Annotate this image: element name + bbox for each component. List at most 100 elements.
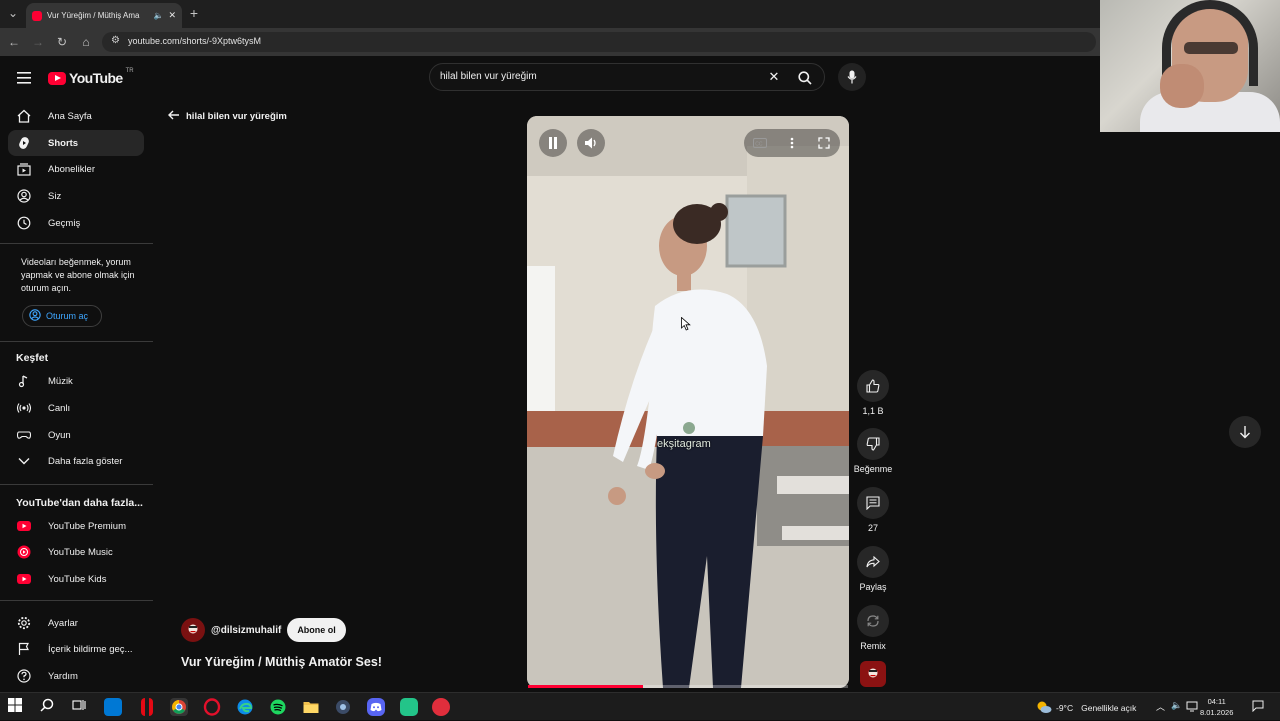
- sidebar-item-help[interactable]: Yardım: [8, 663, 144, 689]
- dislike-action[interactable]: Beğenme: [852, 428, 894, 474]
- search-box[interactable]: hilal bilen vur yüreğim ✕: [429, 63, 825, 91]
- clock-date: 8.01.2026: [1200, 708, 1234, 717]
- share-icon: [857, 546, 889, 578]
- sidebar-item-label: YouTube Kids: [48, 573, 107, 585]
- sidebar-item-youtube-kids[interactable]: YouTube Kids: [8, 566, 144, 592]
- youtube-premium-icon: [16, 518, 32, 534]
- sidebar-item-youtube-music[interactable]: YouTube Music: [8, 539, 144, 565]
- explore-heading: Keşfet: [16, 352, 49, 364]
- back-to-search-link[interactable]: hilal bilen vur yüreğim: [168, 110, 287, 123]
- app-icon[interactable]: [334, 698, 352, 716]
- you-icon: [16, 188, 32, 204]
- subscriptions-icon: [16, 161, 32, 177]
- signin-button[interactable]: Oturum aç: [22, 305, 102, 327]
- remix-action[interactable]: Remix: [852, 605, 894, 651]
- sidebar-item-you[interactable]: Siz: [8, 183, 144, 209]
- tab-list-icon[interactable]: ⌄: [5, 5, 21, 21]
- search-taskbar-icon[interactable]: [40, 698, 58, 716]
- sidebar-item-history[interactable]: Geçmiş: [8, 210, 144, 236]
- settings-icon: [16, 615, 32, 631]
- channel-name[interactable]: @dilsizmuhalif: [211, 625, 281, 636]
- search-icon[interactable]: [796, 69, 814, 87]
- sidebar-item-gaming[interactable]: Oyun: [8, 422, 144, 448]
- sidebar-item-label: Daha fazla göster: [48, 455, 123, 467]
- more-options-icon[interactable]: [784, 136, 800, 150]
- sidebar-item-youtube-premium[interactable]: YouTube Premium: [8, 513, 144, 539]
- sidebar-item-label: YouTube Premium: [48, 520, 126, 532]
- url-field[interactable]: ⚙ youtube.com/shorts/-9Xptw6tysM: [102, 32, 1096, 52]
- spotify-icon[interactable]: [269, 698, 287, 716]
- tray-network-icon[interactable]: [1186, 699, 1198, 717]
- more-from-youtube-heading: YouTube'dan daha fazla...: [16, 497, 143, 509]
- divider: [0, 600, 153, 601]
- channel-avatar[interactable]: [181, 618, 205, 642]
- video-progress-bar[interactable]: [528, 685, 848, 688]
- voice-search-icon[interactable]: [838, 63, 866, 91]
- clock-time: 04:11: [1207, 697, 1226, 706]
- sidebar: Ana Sayfa Shorts Abonelikler Siz Geçmiş …: [0, 100, 153, 692]
- thumbs-up-icon: [857, 370, 889, 402]
- sidebar-item-report-history[interactable]: İçerik bildirme geç...: [8, 636, 144, 662]
- sidebar-show-more[interactable]: Daha fazla göster: [8, 448, 144, 474]
- clear-search-icon[interactable]: ✕: [766, 69, 782, 85]
- task-view-icon[interactable]: [72, 698, 90, 716]
- site-info-icon[interactable]: ⚙: [111, 35, 120, 46]
- app-red-icon[interactable]: [432, 698, 450, 716]
- channel-thumbnail-icon[interactable]: [860, 661, 886, 687]
- sidebar-item-subscriptions[interactable]: Abonelikler: [8, 156, 144, 182]
- pause-button[interactable]: [539, 129, 567, 157]
- netflix-icon[interactable]: [141, 698, 153, 716]
- sidebar-item-label: Oyun: [48, 429, 71, 441]
- video-title[interactable]: Vur Yüreğim / Müthiş Amatör Ses!: [181, 655, 382, 669]
- store-icon[interactable]: [104, 698, 122, 716]
- new-tab-button[interactable]: +: [186, 5, 202, 21]
- reload-icon[interactable]: ↻: [54, 34, 70, 50]
- notification-icon[interactable]: [1252, 699, 1264, 717]
- browser-tab[interactable]: Vur Yüreğim / Müthiş Ama 🔈 ✕: [26, 3, 182, 28]
- browser-tab-bar: ⌄ Vur Yüreğim / Müthiş Ama 🔈 ✕ +: [0, 0, 1100, 28]
- tray-chevron-up-icon[interactable]: ︿: [1156, 700, 1165, 713]
- sidebar-item-label: Müzik: [48, 375, 73, 387]
- thumbs-down-icon: [857, 428, 889, 460]
- forward-arrow-icon[interactable]: →: [30, 34, 46, 50]
- tab-title: Vur Yüreğim / Müthiş Ama: [47, 11, 140, 20]
- youtube-kids-icon: [16, 571, 32, 587]
- windows-start-icon[interactable]: [8, 698, 26, 716]
- subscribe-button[interactable]: Abone ol: [287, 618, 346, 642]
- weather-widget[interactable]: -9°C Genellikle açık: [1036, 700, 1136, 716]
- discord-icon[interactable]: [367, 698, 385, 716]
- tray-volume-icon[interactable]: 🔈: [1171, 700, 1182, 711]
- search-input[interactable]: hilal bilen vur yüreğim: [440, 71, 537, 82]
- captions-icon[interactable]: CC: [752, 136, 768, 150]
- next-video-button[interactable]: [1229, 416, 1261, 448]
- edge-icon[interactable]: [236, 698, 254, 716]
- gaming-icon: [16, 427, 32, 443]
- chrome-icon[interactable]: [170, 698, 188, 716]
- sidebar-item-shorts[interactable]: Shorts: [8, 130, 144, 156]
- back-arrow-icon[interactable]: ←: [6, 34, 22, 50]
- hamburger-menu-icon[interactable]: [14, 68, 34, 88]
- comments-action[interactable]: 27: [852, 487, 894, 533]
- volume-button[interactable]: [577, 129, 605, 157]
- sidebar-item-home[interactable]: Ana Sayfa: [8, 103, 144, 129]
- sidebar-item-settings[interactable]: Ayarlar: [8, 610, 144, 636]
- youtube-logo[interactable]: YouTube TR: [48, 68, 134, 86]
- shorts-video-player[interactable]: ekşitagram: [527, 116, 849, 688]
- taskbar-clock[interactable]: 04:11 8.01.2026: [1200, 696, 1233, 718]
- opera-icon[interactable]: [203, 698, 221, 716]
- chevron-down-icon: [16, 453, 32, 469]
- share-action[interactable]: Paylaş: [852, 546, 894, 592]
- fullscreen-icon[interactable]: [816, 136, 832, 150]
- signin-prompt: Videoları beğenmek, yorum yapmak ve abon…: [21, 257, 135, 293]
- video-watermark: ekşitagram: [657, 438, 711, 450]
- music-icon: [16, 373, 32, 389]
- close-tab-icon[interactable]: ✕: [168, 10, 176, 21]
- home-button-icon[interactable]: ⌂: [78, 34, 94, 50]
- like-action[interactable]: 1,1 B: [852, 370, 894, 416]
- sidebar-item-live[interactable]: Canlı: [8, 395, 144, 421]
- divider: [0, 484, 153, 485]
- player-right-controls: CC: [744, 129, 840, 157]
- sidebar-item-music[interactable]: Müzik: [8, 368, 144, 394]
- file-explorer-icon[interactable]: [302, 698, 320, 716]
- app-green-icon[interactable]: [400, 698, 418, 716]
